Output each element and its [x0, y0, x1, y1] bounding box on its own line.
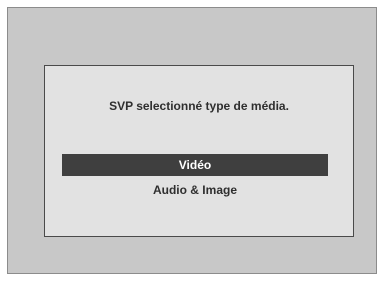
option-video[interactable]: Vidéo — [62, 154, 328, 176]
media-type-dialog: SVP selectionné type de média. Vidéo Aud… — [44, 65, 354, 237]
option-audio-image[interactable]: Audio & Image — [62, 179, 328, 201]
dialog-prompt: SVP selectionné type de média. — [109, 99, 289, 113]
screen: SVP selectionné type de média. Vidéo Aud… — [7, 7, 377, 274]
